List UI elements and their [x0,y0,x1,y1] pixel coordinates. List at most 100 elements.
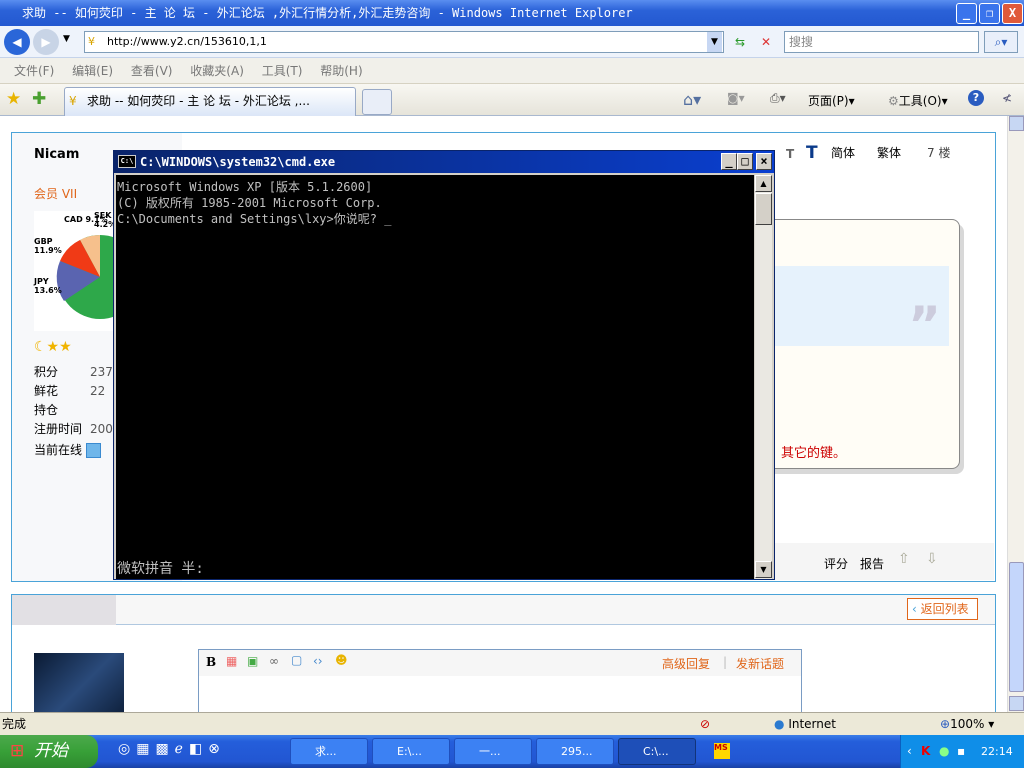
network-icon[interactable]: ▪ [957,735,965,768]
favorites-star-icon[interactable]: ★ [6,89,21,109]
font-large-icon[interactable]: T [806,143,818,163]
history-dropdown-icon[interactable]: ▼ [63,34,70,44]
user-online-icon[interactable] [85,443,101,458]
cmd-maximize-button[interactable]: □ [737,153,753,170]
arrow-up-icon[interactable]: ⇧ [898,551,910,567]
simplified-link[interactable]: 简体 [831,144,855,161]
windows-logo-icon: ⊞ [10,741,25,761]
cmd-scroll-down[interactable]: ▼ [755,561,772,578]
cmd-minimize-button[interactable]: _ [721,153,737,170]
ime-icon[interactable]: MS [714,743,730,759]
page-scrollbar[interactable] [1007,116,1024,712]
pie-label: JPY 13.6% [34,277,62,295]
tray-app-icon[interactable]: ● [939,735,949,768]
cmd-scroll-up[interactable]: ▲ [755,175,772,192]
rss-icon[interactable]: ◙▾ [727,91,745,105]
page-menu[interactable]: 页面(P)▾ [808,92,855,109]
stop-icon[interactable]: ✕ [756,31,776,53]
menu-help[interactable]: 帮助(H) [320,64,362,78]
taskbar-button-label: E:\... [397,745,422,758]
menu-file[interactable]: 文件(F) [14,64,54,78]
author-name[interactable]: Nicam [34,147,79,162]
menu-view[interactable]: 查看(V) [131,64,173,78]
cmd-window[interactable]: C:\ C:\WINDOWS\system32\cmd.exe _ □ × Mi… [113,150,775,580]
page-menu-label: 页面(P) [808,94,849,108]
stat-label: 注册时间 [34,422,83,436]
traditional-link[interactable]: 繁体 [877,144,901,161]
scroll-up-button[interactable] [1009,116,1024,131]
link-icon[interactable]: ∞ [269,654,279,668]
research-icon[interactable]: ≮ [1002,91,1012,105]
print-icon[interactable]: ⎙▾ [770,91,786,106]
system-tray: ‹ K ● ▪ 22:14 [900,735,1024,768]
popup-blocker-icon[interactable]: ⊘ [700,713,710,735]
color-icon[interactable]: ▦ [226,654,237,668]
cmd-console[interactable]: Microsoft Windows XP [版本 5.1.2600] (C) 版权… [116,175,754,579]
stat-value: 237 [90,365,113,379]
url-dropdown-icon[interactable]: ▼ [707,32,722,52]
close-button[interactable]: X [1002,3,1023,24]
tools-menu[interactable]: ⚙工具(O)▾ [888,92,948,109]
console-line: C:\Documents and Settings\lxy>你说呢? _ [117,212,392,226]
arrow-down-icon[interactable]: ⇩ [926,551,938,567]
report-link[interactable]: 报告 [860,555,884,572]
image-icon[interactable]: ▣ [247,654,258,668]
stat-value: 22 [90,384,106,398]
rate-link[interactable]: 评分 [824,555,848,572]
back-to-list-button[interactable]: ‹ 返回列表 [907,598,978,620]
refresh-icon[interactable]: ⇆ [730,31,750,53]
add-favorite-icon[interactable]: ✚ [32,89,46,109]
cmd-scrollbar[interactable]: ▲ ▼ [755,175,772,579]
restore-button[interactable]: ❐ [979,3,1000,24]
stat-row: 鲜花 22 [34,382,113,401]
author-stats: 积分 237 鲜花 22 持仓 注册时间 200 当前在线 [34,363,113,460]
font-small-icon[interactable]: T [786,147,794,161]
avatar-pie-chart: CAD 9.1% SEK 4.2% GBP 11.9% JPY 13.6% [34,211,142,331]
author-rank: 会员 VII [34,187,78,201]
quote-icon[interactable]: ▢ [291,653,302,667]
antivirus-icon[interactable]: K [921,735,930,768]
smiley-icon[interactable]: ☻ [335,653,348,667]
cmd-scroll-thumb[interactable] [755,193,772,225]
search-button[interactable]: ⌕▾ [984,31,1018,53]
scroll-down-button[interactable] [1009,696,1024,711]
home-icon[interactable]: ⌂▾ [683,90,701,109]
minimize-button[interactable]: _ [956,3,977,24]
forward-button[interactable]: ▶ [33,29,59,55]
new-topic-link[interactable]: 发新话题 [736,655,784,672]
tray-expand-icon[interactable]: ‹ [907,735,912,768]
menu-tools[interactable]: 工具(T) [262,64,303,78]
pie-label: SEK 4.2% [94,211,117,229]
menu-edit[interactable]: 编辑(E) [72,64,113,78]
separator: | [723,655,728,669]
help-icon[interactable]: ? [968,90,984,106]
taskbar-button-ie[interactable]: 求... [290,738,368,765]
back-button[interactable]: ◀ [4,29,30,55]
stat-row: 积分 237 [34,363,113,382]
taskbar-button-explorer[interactable]: E:\... [372,738,450,765]
scroll-thumb[interactable] [1009,562,1024,692]
gear-icon: ⚙ [888,94,899,108]
start-button[interactable]: ⊞ 开始 [0,735,98,768]
taskbar-button-word[interactable]: 一... [454,738,532,765]
zoom-control[interactable]: ⊕100% ▾ [940,713,994,735]
stat-row: 持仓 [34,401,113,420]
cmd-close-button[interactable]: × [756,153,772,170]
new-tab-button[interactable] [362,89,392,115]
zoom-icon: ⊕ [940,717,951,731]
globe-icon: ● [774,717,785,731]
cmd-title-bar[interactable]: C:\ C:\WINDOWS\system32\cmd.exe _ □ × [114,151,774,173]
security-zone: ● Internet [774,713,836,735]
site-icon: ¥ [69,94,77,108]
menu-favorites[interactable]: 收藏夹(A) [190,64,244,78]
bold-icon[interactable]: B [206,655,216,669]
taskbar-button-cmd[interactable]: C:\... [618,738,696,765]
url-input[interactable]: ¥ http://www.y2.cn/153610,1,1 [84,31,724,53]
code-icon[interactable]: ‹› [313,654,323,668]
advanced-reply-link[interactable]: 高级回复 [662,655,710,672]
search-input[interactable]: 搜搜 [784,31,979,53]
quick-launch-icons[interactable]: ◎▦▩ℯ◧⊗ [118,741,226,757]
tab-current[interactable]: ¥ 求助 -- 如何荧印 - 主 论 坛 - 外汇论坛 ,... [64,87,356,116]
taskbar-button-image[interactable]: 295... [536,738,614,765]
taskbar-button-label: 295... [561,745,593,758]
